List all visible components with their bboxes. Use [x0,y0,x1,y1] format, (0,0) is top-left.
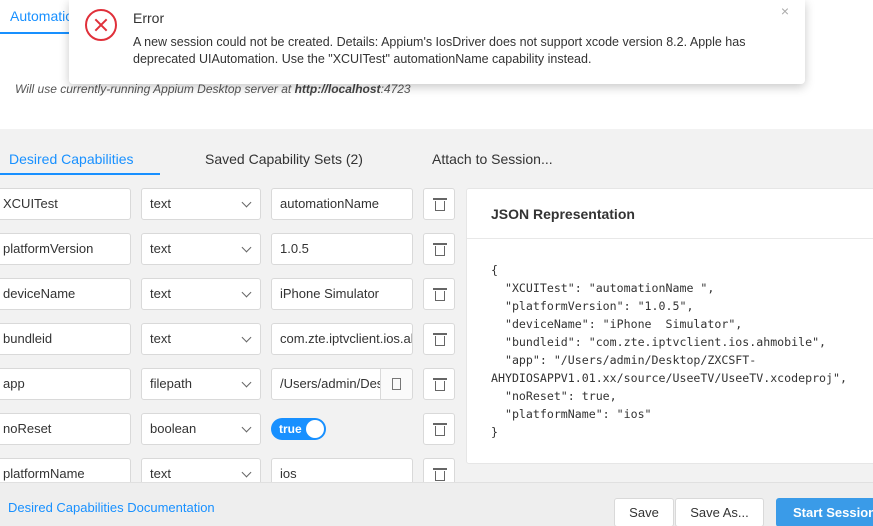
capability-type-value: filepath [150,376,192,391]
json-representation-card: JSON Representation { "XCUITest": "autom… [466,188,873,464]
capability-value-field[interactable]: 1.0.5 [271,233,413,265]
capability-type-value: boolean [150,421,197,436]
chevron-down-icon [241,377,252,388]
capability-type-select[interactable]: boolean [141,413,261,445]
close-icon[interactable]: × [781,3,789,19]
server-host: http://localhost [294,82,381,96]
capability-type-value: text [150,331,171,346]
tab-saved-capability-sets[interactable]: Saved Capability Sets (2) [205,129,363,175]
active-tab-indicator [0,173,160,175]
delete-capability-button[interactable] [423,278,455,310]
trash-icon [433,198,447,211]
choose-file-button[interactable] [380,368,413,400]
capability-value-field[interactable]: com.zte.iptvclient.ios.ahmobile [271,323,413,355]
server-note-prefix: Will use currently-running Appium Deskto… [15,82,295,96]
capability-type-value: text [150,466,171,481]
toggle-knob [306,420,324,438]
footer-bar: Desired Capabilities Documentation Save … [0,482,873,526]
error-title: Error [133,10,165,26]
capability-name-field[interactable]: bundleid [0,323,131,355]
error-notification: Error A new session could not be created… [69,0,805,84]
server-note: Will use currently-running Appium Deskto… [15,82,411,96]
capabilities-documentation-link[interactable]: Desired Capabilities Documentation [8,500,215,515]
capability-name-field[interactable]: deviceName [0,278,131,310]
capability-type-select[interactable]: text [141,233,261,265]
capability-type-value: text [150,286,171,301]
error-message: A new session could not be created. Deta… [133,35,746,66]
toggle-label: true [279,422,302,436]
boolean-toggle[interactable]: true [271,418,326,440]
tab-desired-capabilities[interactable]: Desired Capabilities [9,129,134,175]
save-as-button[interactable]: Save As... [675,498,764,526]
error-icon [85,9,117,41]
capabilities-panel: Desired Capabilities Saved Capability Se… [0,129,873,490]
save-button[interactable]: Save [614,498,674,526]
json-content: { "XCUITest": "automationName ", "platfo… [491,263,847,439]
chevron-down-icon [241,332,252,343]
tab-attach-to-session[interactable]: Attach to Session... [432,129,553,175]
capability-name-field[interactable]: app [0,368,131,400]
trash-icon [433,378,447,391]
capability-type-select[interactable]: text [141,188,261,220]
chevron-down-icon [241,422,252,433]
start-session-button[interactable]: Start Session [776,498,873,526]
capability-type-value: text [150,241,171,256]
capability-type-select[interactable]: text [141,323,261,355]
tab-automatic[interactable]: Automatic [0,0,80,34]
capability-type-value: text [150,196,171,211]
chevron-down-icon [241,197,252,208]
capability-type-select[interactable]: text [141,278,261,310]
trash-icon [433,243,447,256]
capability-name-field[interactable]: noReset [0,413,131,445]
capability-name-field[interactable]: platformVersion [0,233,131,265]
trash-icon [433,333,447,346]
trash-icon [433,468,447,481]
delete-capability-button[interactable] [423,323,455,355]
delete-capability-button[interactable] [423,413,455,445]
delete-capability-button[interactable] [423,368,455,400]
trash-icon [433,423,447,436]
file-icon [392,378,401,390]
delete-capability-button[interactable] [423,188,455,220]
chevron-down-icon [241,287,252,298]
capability-tabs: Desired Capabilities Saved Capability Se… [0,129,873,175]
trash-icon [433,288,447,301]
chevron-down-icon [241,242,252,253]
server-port: :4723 [380,82,411,96]
capability-name-field[interactable]: XCUITest [0,188,131,220]
chevron-down-icon [241,467,252,478]
capability-type-select[interactable]: filepath [141,368,261,400]
capability-value-field[interactable]: /Users/admin/Desktop [271,368,381,400]
capability-value-field[interactable]: iPhone Simulator [271,278,413,310]
json-title: JSON Representation [467,189,873,239]
capability-value-field[interactable]: automationName [271,188,413,220]
delete-capability-button[interactable] [423,233,455,265]
